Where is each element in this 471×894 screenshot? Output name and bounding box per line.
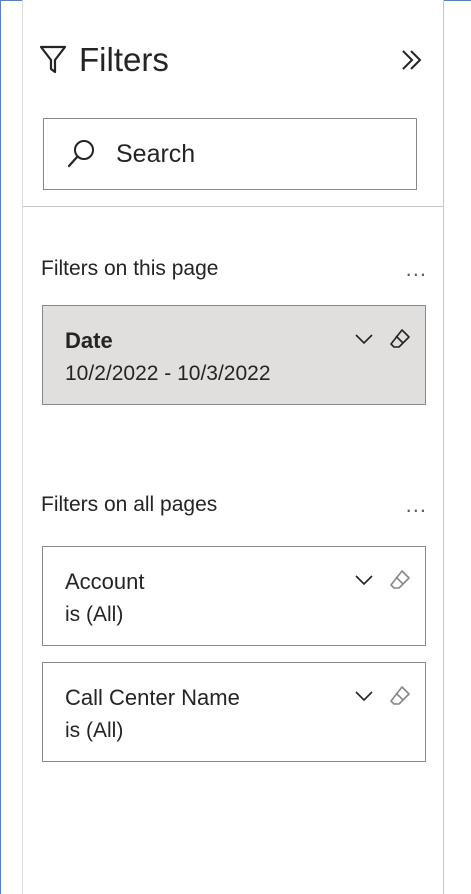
chevron-down-icon[interactable] <box>353 328 375 350</box>
filter-card-actions <box>339 328 411 350</box>
chevron-down-icon[interactable] <box>353 685 375 707</box>
filter-card-actions <box>339 569 411 591</box>
search-input[interactable] <box>114 138 378 170</box>
filter-card-value: 10/2/2022 - 10/3/2022 <box>65 362 271 385</box>
filters-title: Filters <box>79 41 169 78</box>
page-filters-header: Filters on this page ... <box>41 254 433 284</box>
filters-pane-header: Filters <box>23 0 443 207</box>
chevron-down-icon[interactable] <box>353 569 375 591</box>
filter-card-date[interactable]: Date 10/2/2022 - 10/3/2022 <box>42 305 426 405</box>
eraser-icon[interactable] <box>389 328 411 350</box>
search-box[interactable] <box>43 118 417 190</box>
filters-pane: Filters Filters on this page ... Date 10… <box>22 0 444 894</box>
eraser-icon[interactable] <box>389 569 411 591</box>
filter-card-call-center-name[interactable]: Call Center Name is (All) <box>42 662 426 762</box>
page-filters-title: Filters on this page <box>41 257 219 280</box>
search-icon <box>67 140 94 168</box>
collapse-pane-button[interactable] <box>395 40 429 80</box>
funnel-icon <box>39 45 67 74</box>
filter-card-actions <box>339 685 411 707</box>
filter-card-value: is (All) <box>65 603 124 626</box>
all-pages-filters-more-button[interactable]: ... <box>400 494 433 516</box>
eraser-icon[interactable] <box>389 685 411 707</box>
all-pages-filters-header: Filters on all pages ... <box>41 490 433 520</box>
filter-card-value: is (All) <box>65 719 124 742</box>
filter-card-account[interactable]: Account is (All) <box>42 546 426 646</box>
filter-card-name: Date <box>65 328 113 353</box>
filter-card-name: Account <box>65 569 145 594</box>
filter-card-name: Call Center Name <box>65 685 240 710</box>
double-chevron-right-icon <box>402 50 422 70</box>
filters-title-row: Filters <box>39 34 431 86</box>
all-pages-filters-title: Filters on all pages <box>41 493 218 516</box>
page-filters-more-button[interactable]: ... <box>400 258 433 280</box>
